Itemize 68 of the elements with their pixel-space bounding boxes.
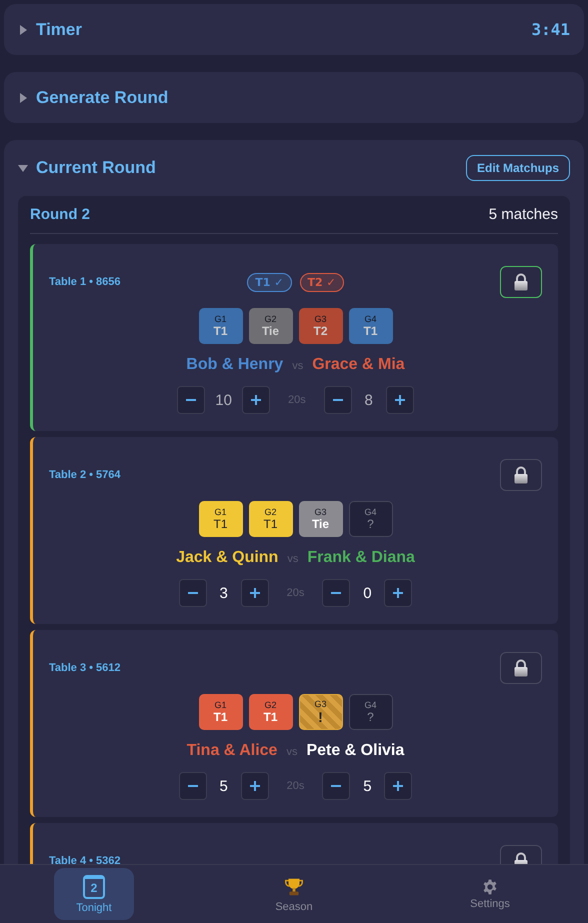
table-title: Table 3 • 5612 <box>49 662 121 674</box>
decrease-button[interactable] <box>324 386 352 414</box>
team-name: Grace & Mia <box>312 356 405 374</box>
nav-tab[interactable]: 2 Tonight <box>54 868 134 920</box>
confirm-badge: T2 ✓ <box>300 272 344 292</box>
settings-icon <box>482 878 498 894</box>
increase-button[interactable] <box>384 579 412 607</box>
decrease-button[interactable] <box>322 579 350 607</box>
calendar-icon: 2 <box>83 874 105 898</box>
game-chip[interactable]: G3 Tie <box>298 501 342 537</box>
panel-title: Timer <box>36 20 83 40</box>
game-chip[interactable]: G1 T1 <box>198 501 242 537</box>
plus-icon <box>392 587 404 599</box>
score-value: 3 <box>218 584 229 602</box>
game-chip[interactable]: G4 T1 <box>348 308 392 344</box>
table-title: Table 1 • 8656 <box>49 276 121 288</box>
score-value: 10 <box>215 392 232 408</box>
table-title: Table 2 • 5764 <box>49 469 121 481</box>
game-chip[interactable]: G3 T2 <box>298 308 342 344</box>
plus-icon <box>248 587 261 599</box>
padlock-icon <box>513 659 529 677</box>
round-title: Round 2 <box>30 206 90 223</box>
game-chip[interactable]: G2 T1 <box>248 501 292 537</box>
team-name: Tina & Alice <box>186 742 278 760</box>
panel-title: Generate Round <box>36 88 170 108</box>
timer-reading: 3:41 <box>531 20 570 39</box>
increase-button[interactable] <box>240 579 269 607</box>
timer-panel[interactable]: Timer 3:41 <box>4 4 584 55</box>
plus-icon <box>248 780 261 792</box>
game-chip[interactable]: G3 ! <box>298 694 342 730</box>
padlock-icon <box>513 273 529 291</box>
plus-icon <box>392 780 404 792</box>
game-chip[interactable]: G2 Tie <box>248 308 292 344</box>
edit-matchups-button[interactable]: Edit Matchups <box>466 155 570 181</box>
score-value: 0 <box>362 584 373 602</box>
game-chip[interactable]: G1 T1 <box>198 694 242 730</box>
lock-button[interactable] <box>500 459 542 491</box>
nav-tab[interactable]: Season <box>254 868 334 920</box>
team-name: Bob & Henry <box>186 356 284 374</box>
panel-title: Current Round <box>36 158 157 178</box>
match-count: 5 matches <box>488 206 558 223</box>
increase-button[interactable] <box>386 386 414 414</box>
score-value: 5 <box>362 778 373 794</box>
lock-button[interactable] <box>500 266 542 298</box>
plus-icon <box>394 394 406 406</box>
game-chip[interactable]: G2 T1 <box>248 694 292 730</box>
padlock-icon <box>513 466 529 484</box>
score-value: 8 <box>364 392 374 408</box>
confirm-badge: T1 ✓ <box>247 272 292 292</box>
decrease-button[interactable] <box>177 386 206 414</box>
decrease-button[interactable] <box>322 772 350 800</box>
game-chip[interactable]: G1 T1 <box>198 308 242 344</box>
increase-button[interactable] <box>242 386 270 414</box>
team-name: Jack & Quinn <box>176 549 278 567</box>
table-title: Table 4 • 5362 <box>49 855 121 864</box>
increase-button[interactable] <box>384 772 412 800</box>
plus-icon <box>250 394 262 406</box>
decrease-button[interactable] <box>178 772 207 800</box>
game-chip[interactable]: G4 ? <box>348 501 392 537</box>
decrease-button[interactable] <box>178 579 207 607</box>
lock-button[interactable] <box>500 652 542 684</box>
nav-tab[interactable]: Settings <box>450 868 530 920</box>
generate-round-panel[interactable]: Generate Round <box>4 72 584 123</box>
team-name: Pete & Olivia <box>306 742 404 760</box>
game-chip[interactable]: G4 ? <box>348 694 392 730</box>
increase-button[interactable] <box>240 772 269 800</box>
team-name: Frank & Diana <box>307 549 415 567</box>
score-value: 5 <box>218 778 229 794</box>
